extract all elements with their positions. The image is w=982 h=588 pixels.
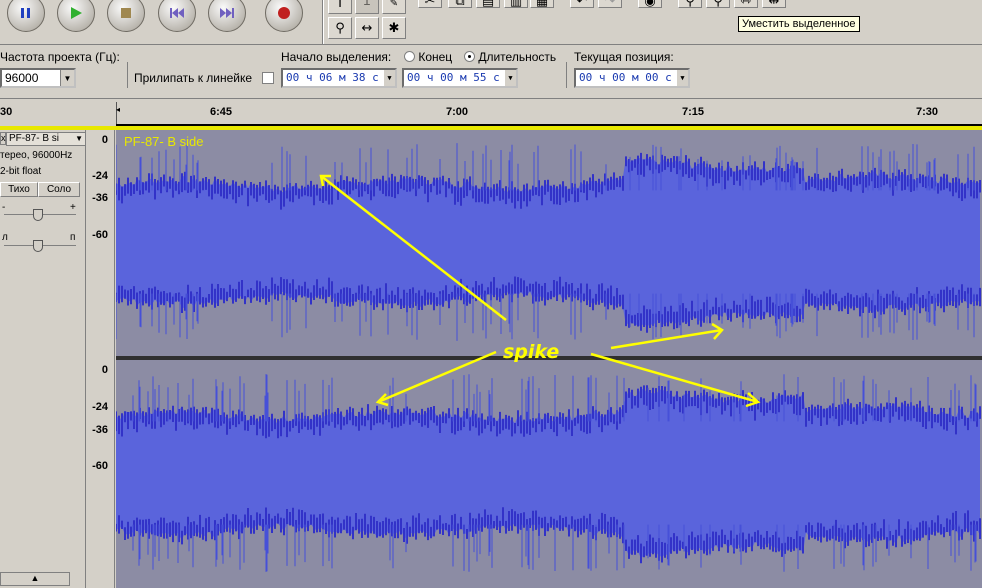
- draw-tool[interactable]: ✎: [382, 0, 406, 14]
- multi-tool-icon: ✱: [388, 20, 400, 36]
- record-icon: [278, 7, 290, 19]
- silence-icon[interactable]: ▦: [530, 0, 554, 9]
- track-info: терео, 96000Hz: [0, 150, 73, 161]
- pause-icon: [21, 8, 30, 18]
- sync-lock-icon[interactable]: ◉: [638, 0, 662, 9]
- pause-button[interactable]: [7, 0, 45, 32]
- mute-button[interactable]: Тихо: [0, 182, 38, 197]
- chevron-down-icon: ▼: [677, 70, 688, 86]
- pan-right: п: [70, 232, 76, 243]
- edit-toolbar: ✂ ⧉ ▤ ▥ ▦: [418, 0, 558, 10]
- stop-icon: [121, 8, 131, 18]
- chevron-up-icon: ▲: [30, 573, 40, 583]
- envelope-tool[interactable]: ⟂: [355, 0, 379, 14]
- stop-button[interactable]: [107, 0, 145, 32]
- gain-plus: +: [70, 202, 76, 213]
- snap-checkbox[interactable]: [262, 72, 274, 84]
- pos-label: Текущая позиция:: [574, 50, 674, 64]
- db-label: 0: [101, 134, 108, 146]
- ruler-tick: 6:45: [210, 106, 233, 118]
- record-button[interactable]: [265, 0, 303, 32]
- collapse-button[interactable]: ▲: [0, 572, 70, 586]
- sel-start-label: Начало выделения:: [281, 50, 392, 64]
- solo-button[interactable]: Соло: [38, 182, 80, 197]
- gain-minus: -: [2, 202, 6, 213]
- timeshift-tool[interactable]: ↔: [355, 17, 379, 39]
- length-radio-icon: [464, 51, 475, 62]
- db-label: -60: [92, 229, 108, 241]
- length-radio[interactable]: Длительность: [464, 50, 556, 64]
- chevron-down-icon: ▼: [384, 70, 395, 86]
- tooltip: Уместить выделенное: [738, 16, 860, 32]
- ruler-left-label: 30: [0, 106, 13, 118]
- pan-left: л: [2, 232, 8, 243]
- db-label: -24: [92, 170, 108, 182]
- chevron-down-icon: ▼: [505, 70, 516, 86]
- trim-icon[interactable]: ▥: [504, 0, 528, 9]
- zoom-tool-icon: ⚲: [335, 20, 345, 36]
- db-label: -36: [92, 424, 108, 436]
- chevron-down-icon: ▼: [75, 134, 83, 143]
- pan-slider[interactable]: [33, 240, 43, 252]
- sel-start-field[interactable]: 00 ч 06 м 38 с ▼: [281, 68, 397, 88]
- cut-icon[interactable]: ✂: [418, 0, 442, 9]
- selection-tool[interactable]: I: [328, 0, 352, 14]
- timeshift-tool-icon: ↔: [361, 20, 373, 36]
- zoom-tool[interactable]: ⚲: [328, 17, 352, 39]
- skip-end-button[interactable]: [208, 0, 246, 32]
- multi-tool[interactable]: ✱: [382, 17, 406, 39]
- selection-tool-icon: I: [338, 0, 342, 11]
- gain-slider[interactable]: [33, 209, 43, 221]
- chevron-down-icon: ▼: [60, 70, 74, 86]
- db-label: -36: [92, 192, 108, 204]
- envelope-tool-icon: ⟂: [363, 0, 370, 8]
- undo-icon[interactable]: ↶: [570, 0, 594, 9]
- copy-icon[interactable]: ⧉: [448, 0, 472, 9]
- sel-length-field[interactable]: 00 ч 00 м 55 с ▼: [402, 68, 518, 88]
- ruler-tick: 7:15: [682, 106, 705, 118]
- fit-project-icon[interactable]: ⇹: [762, 0, 786, 9]
- skip-start-icon: [170, 8, 184, 18]
- skip-end-icon: [220, 8, 234, 18]
- waveform-canvas[interactable]: PF-87- B side spike: [116, 130, 982, 588]
- track-title: PF-87- B side: [124, 134, 203, 149]
- db-ruler: 0 -24 -36 -60 0 -24 -36 -60: [87, 130, 115, 588]
- zoom-out-icon[interactable]: ⚲: [706, 0, 730, 9]
- snap-label: Прилипать к линейке: [134, 71, 253, 85]
- end-radio-icon: [404, 51, 415, 62]
- play-head-icon: ◂: [116, 105, 121, 114]
- play-icon: [71, 7, 82, 19]
- ruler-tick: 7:30: [916, 106, 939, 118]
- play-button[interactable]: [57, 0, 95, 32]
- zoom-in-icon[interactable]: ⚲: [678, 0, 702, 9]
- annotation-label: spike: [503, 341, 559, 363]
- skip-start-button[interactable]: [158, 0, 196, 32]
- undo-redo: ↶ ↷: [570, 0, 630, 10]
- track-name-menu[interactable]: PF-87- B si ▼: [6, 132, 86, 146]
- track-panel: x PF-87- B si ▼ терео, 96000Hz 2-bit floa…: [0, 130, 86, 588]
- draw-tool-icon: ✎: [389, 0, 399, 9]
- ruler-tick: 7:00: [446, 106, 469, 118]
- db-label: -60: [92, 460, 108, 472]
- db-label: -24: [92, 401, 108, 413]
- track-format: 2-bit float: [0, 166, 42, 177]
- rate-select[interactable]: 96000 ▼: [0, 68, 76, 88]
- pos-field[interactable]: 00 ч 00 м 00 с ▼: [574, 68, 690, 88]
- paste-icon[interactable]: ▤: [476, 0, 500, 9]
- fit-selection-icon[interactable]: ⇿: [734, 0, 758, 9]
- redo-icon[interactable]: ↷: [598, 0, 622, 9]
- db-label: 0: [101, 364, 108, 376]
- end-radio[interactable]: Конец: [404, 50, 452, 64]
- rate-label: Частота проекта (Гц):: [0, 50, 120, 64]
